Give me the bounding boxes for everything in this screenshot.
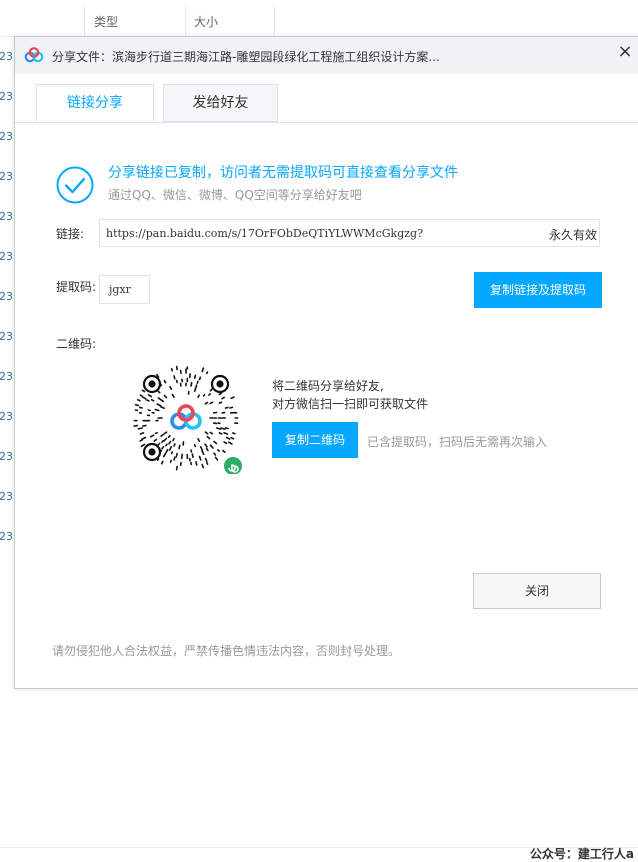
copy-link-and-code-button[interactable]: 复制链接及提取码 bbox=[474, 272, 602, 308]
file-row-fragment: 23 bbox=[0, 290, 13, 303]
file-row-fragment: 23 bbox=[0, 210, 13, 223]
share-dialog: 分享文件：滨海步行道三期海江路-雕塑园段绿化工程施工组织设计方案... × 链接… bbox=[14, 36, 638, 689]
close-icon[interactable]: × bbox=[614, 41, 636, 63]
dialog-title: 分享文件：滨海步行道三期海江路-雕塑园段绿化工程施工组织设计方案... bbox=[52, 48, 592, 65]
file-row-fragment: 23 bbox=[0, 130, 13, 143]
share-link-field[interactable]: https://pan.baidu.com/s/17OrFObDeQTiYLWW… bbox=[99, 219, 600, 247]
success-hint: 通过QQ、微信、微博、QQ空间等分享给好友吧 bbox=[108, 186, 362, 203]
qr-label: 二维码: bbox=[56, 335, 96, 352]
file-list-header: 类型 大小 bbox=[0, 6, 638, 37]
qr-instruction-line2: 对方微信扫一扫即可获取文件 bbox=[272, 395, 428, 412]
extract-code-value[interactable]: jgxr bbox=[109, 283, 131, 296]
file-row-fragment: 23 bbox=[0, 170, 13, 183]
success-message: 分享链接已复制，访问者无需提取码可直接查看分享文件 bbox=[108, 162, 458, 182]
file-row-fragment: 23 bbox=[0, 250, 13, 263]
file-row-fragment: 23 bbox=[0, 450, 13, 463]
baidu-netdisk-logo-icon bbox=[24, 47, 44, 63]
close-button[interactable]: 关闭 bbox=[473, 573, 601, 609]
column-separator bbox=[84, 6, 85, 36]
file-row-fragment: 23 bbox=[0, 530, 13, 543]
watermark: 公众号：建工行人a bbox=[530, 845, 634, 862]
link-label: 链接: bbox=[56, 225, 84, 242]
file-row-fragment: 23 bbox=[0, 490, 13, 503]
file-row-fragment: 23 bbox=[0, 90, 13, 103]
column-separator bbox=[185, 6, 186, 36]
expiry-text: 永久有效 bbox=[549, 226, 597, 243]
file-row-fragment: 23 bbox=[0, 410, 13, 423]
column-separator bbox=[274, 6, 275, 36]
legal-notice: 请勿侵犯他人合法权益，严禁传播色情违法内容，否则封号处理。 bbox=[52, 642, 400, 659]
column-header-type[interactable]: 类型 bbox=[94, 13, 118, 30]
file-row-fragment: 23 bbox=[0, 370, 13, 383]
share-link-value[interactable]: https://pan.baidu.com/s/17OrFObDeQTiYLWW… bbox=[106, 227, 423, 240]
tab-bar: 链接分享 发给好友 bbox=[15, 74, 638, 123]
tab-send-to-friend[interactable]: 发给好友 bbox=[163, 84, 278, 122]
copy-qr-button[interactable]: 复制二维码 bbox=[272, 422, 358, 458]
qr-code-icon bbox=[130, 362, 242, 474]
dialog-titlebar: 分享文件：滨海步行道三期海江路-雕塑园段绿化工程施工组织设计方案... × bbox=[15, 37, 638, 74]
check-circle-icon bbox=[56, 166, 94, 204]
qr-instruction-line1: 将二维码分享给好友, bbox=[272, 377, 384, 394]
extract-code-label: 提取码: bbox=[56, 278, 96, 295]
tab-link-share[interactable]: 链接分享 bbox=[36, 84, 154, 122]
extract-code-field[interactable]: jgxr bbox=[99, 275, 150, 304]
file-row-fragment: 23 bbox=[0, 330, 13, 343]
file-row-fragment: 23 bbox=[0, 50, 13, 63]
qr-note: 已含提取码，扫码后无需再次输入 bbox=[367, 433, 547, 450]
column-header-size[interactable]: 大小 bbox=[194, 13, 218, 30]
